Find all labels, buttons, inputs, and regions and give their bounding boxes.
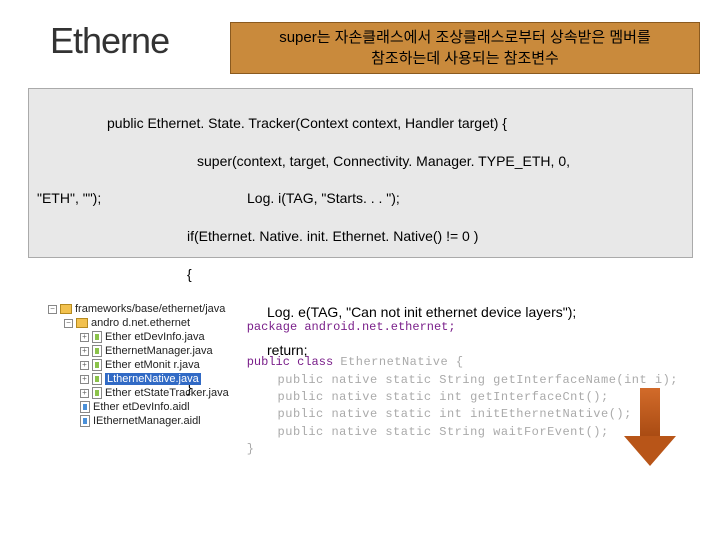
src-pkg: android.net.ethernet; <box>297 320 455 334</box>
tree-file-label: Ether etDevInfo.java <box>105 331 205 343</box>
tree-file-label: Ether etDevInfo.aidl <box>93 401 190 413</box>
src-class-name: EthernetNative { <box>340 355 463 369</box>
aidl-file-icon <box>80 415 90 427</box>
tree-file[interactable]: Ether etDevInfo.aidl <box>48 400 239 414</box>
tree-file-label: Ether etMonit r.java <box>105 359 200 371</box>
down-arrow-icon <box>624 388 676 476</box>
src-method: public native static int getInterfaceCnt… <box>247 390 609 404</box>
tree-file-label: LtherneNative.java <box>105 373 201 385</box>
src-brace: } <box>247 442 255 456</box>
lower-section: − frameworks/base/ethernet/java − andro … <box>48 296 678 466</box>
java-file-icon <box>92 387 102 399</box>
java-file-icon <box>92 331 102 343</box>
code-line-4: if(Ethernet. Native. init. Ethernet. Nat… <box>37 227 684 246</box>
tree-file[interactable]: + Ether etDevInfo.java <box>48 330 239 344</box>
tree-root[interactable]: − frameworks/base/ethernet/java <box>48 302 239 316</box>
callout-line-2: 참조하는데 사용되는 참조변수 <box>239 48 691 69</box>
page-title: Etherne <box>50 20 169 62</box>
src-kw-class: public class <box>247 355 341 369</box>
src-kw-package: package <box>247 320 297 334</box>
collapse-icon[interactable]: − <box>64 319 73 328</box>
tree-file[interactable]: + Ether etStateTracker.java <box>48 386 239 400</box>
tree-file-label: IEthernetManager.aidl <box>93 415 201 427</box>
code-line-3: "ETH", "");Log. i(TAG, "Starts. . . "); <box>37 189 684 208</box>
expand-icon[interactable]: + <box>80 361 89 370</box>
expand-icon[interactable]: + <box>80 389 89 398</box>
tree-file[interactable]: IEthernetManager.aidl <box>48 414 239 428</box>
code-block: public Ethernet. State. Tracker(Context … <box>28 88 693 258</box>
callout-box: super는 자손클래스에서 조상클래스로부터 상속받은 멤버를 참조하는데 사… <box>230 22 700 74</box>
aidl-file-icon <box>80 401 90 413</box>
src-method: public native static int initEthernetNat… <box>247 407 632 421</box>
tree-file[interactable]: + Ether etMonit r.java <box>48 358 239 372</box>
callout-line-1: super는 자손클래스에서 조상클래스로부터 상속받은 멤버를 <box>239 27 691 48</box>
code-line-2: super(context, target, Connectivity. Man… <box>37 152 684 171</box>
java-file-icon <box>92 359 102 371</box>
tree-package[interactable]: − andro d.net.ethernet <box>48 316 239 330</box>
folder-icon <box>60 304 72 314</box>
tree-file[interactable]: + EthernetManager.java <box>48 344 239 358</box>
expand-icon[interactable]: + <box>80 333 89 342</box>
package-icon <box>76 318 88 328</box>
java-file-icon <box>92 373 102 385</box>
tree-package-label: andro d.net.ethernet <box>91 317 190 329</box>
expand-icon[interactable]: + <box>80 347 89 356</box>
collapse-icon[interactable]: − <box>48 305 57 314</box>
tree-file-label: Ether etStateTracker.java <box>105 387 229 399</box>
file-tree[interactable]: − frameworks/base/ethernet/java − andro … <box>48 296 239 466</box>
tree-file-selected[interactable]: + LtherneNative.java <box>48 372 239 386</box>
tree-file-label: EthernetManager.java <box>105 345 213 357</box>
code-line-1: public Ethernet. State. Tracker(Context … <box>37 114 684 133</box>
code-line-5: { <box>37 265 684 284</box>
tree-root-label: frameworks/base/ethernet/java <box>75 303 225 315</box>
src-method: public native static String waitForEvent… <box>247 425 609 439</box>
source-preview: package android.net.ethernet; public cla… <box>239 296 678 466</box>
java-file-icon <box>92 345 102 357</box>
src-method: public native static String getInterface… <box>247 373 678 387</box>
expand-icon[interactable]: + <box>80 375 89 384</box>
